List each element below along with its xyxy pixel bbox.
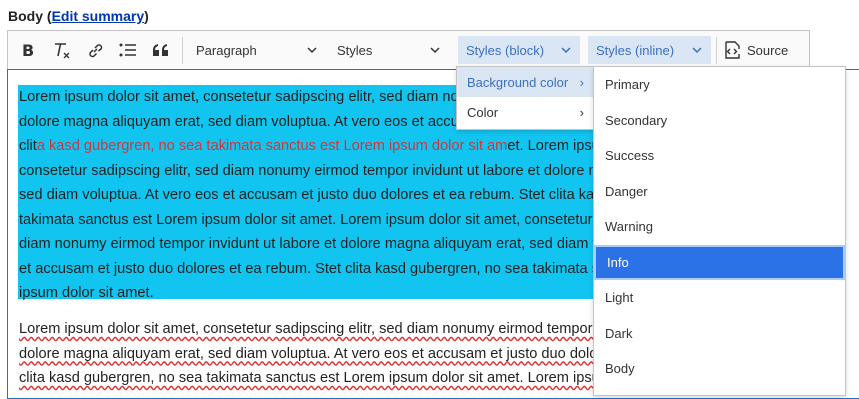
blockquote-icon: [153, 44, 168, 56]
bulleted-list-icon: [119, 43, 136, 57]
styles-block-menu: Background color › Color ›: [456, 66, 594, 130]
paragraph-2[interactable]: Lorem ipsum dolor sit amet, consetetur s…: [19, 317, 609, 391]
bulleted-list-button[interactable]: [114, 31, 142, 69]
source-icon: [725, 41, 740, 59]
paragraph-dropdown[interactable]: Paragraph: [188, 36, 326, 64]
spellcheck-text: Lorem ipsum dolor sit amet, consetetur s…: [19, 321, 609, 337]
styles-inline-label: Styles (inline): [596, 42, 675, 58]
source-label: Source: [747, 42, 789, 58]
paragraph-line: diam nonumy eirmod tempor invidunt ut la…: [19, 236, 609, 252]
toolbar-separator: [716, 37, 717, 64]
chevron-down-icon: [692, 47, 702, 54]
menu-item-background-color[interactable]: Background color ›: [457, 67, 593, 97]
color-option-body[interactable]: Body: [594, 351, 845, 387]
source-button[interactable]: Source: [723, 31, 795, 69]
background-color-submenu: Primary Secondary Success Danger Warning…: [593, 66, 846, 396]
text-run: clit: [19, 138, 37, 154]
chevron-down-icon: [561, 47, 571, 54]
red-text-run: a kasd gubergren, no sea takimata sanctu…: [36, 138, 508, 154]
paragraph-line: Lorem ipsum dolor sit amet, consetetur s…: [19, 317, 609, 342]
editor-toolbar: B Paragraph Styles Styles (block) Styles…: [7, 30, 810, 70]
chevron-down-icon: [430, 47, 440, 54]
remove-format-button[interactable]: [48, 31, 76, 69]
spellcheck-text: dolore magna aliquyam erat, sed diam vol…: [19, 345, 609, 362]
chevron-down-icon: [307, 47, 317, 54]
paragraph-line: dolore magna aliquyam erat, sed diam vol…: [19, 342, 609, 367]
styles-block-label: Styles (block): [466, 42, 545, 58]
color-option-success[interactable]: Success: [594, 138, 845, 174]
blockquote-button[interactable]: [147, 31, 175, 69]
field-label: Body (Edit summary): [8, 8, 149, 24]
styles-dropdown[interactable]: Styles: [329, 36, 449, 64]
styles-label: Styles: [337, 42, 373, 58]
paragraph-line: ipsum dolor sit amet.: [19, 285, 154, 301]
color-option-dark[interactable]: Dark: [594, 316, 845, 352]
paren-close: ): [144, 8, 149, 24]
styles-inline-dropdown[interactable]: Styles (inline): [588, 36, 711, 64]
bold-button[interactable]: B: [14, 31, 42, 69]
paragraph-line: clita kasd gubergren, no sea takimata sa…: [19, 134, 609, 159]
paragraph-line: sed diam voluptua. At vero eos et accusa…: [19, 187, 609, 203]
paragraph-line: takimata sanctus est Lorem ipsum dolor s…: [19, 211, 609, 228]
menu-item-color[interactable]: Color ›: [457, 97, 593, 127]
chevron-right-icon: ›: [579, 74, 584, 90]
remove-format-icon: [55, 43, 70, 59]
edit-summary-link[interactable]: Edit summary: [52, 8, 145, 24]
paragraph-line: consetetur sadipscing elitr, sed diam no…: [19, 162, 609, 179]
styles-block-dropdown[interactable]: Styles (block): [458, 36, 580, 64]
menu-item-label: Background color: [467, 74, 569, 90]
color-option-primary[interactable]: Primary: [594, 67, 845, 103]
color-option-light[interactable]: Light: [594, 280, 845, 316]
paragraph-line: et accusam et justo duo dolores et ea re…: [19, 260, 609, 277]
link-button[interactable]: [81, 31, 109, 69]
toolbar-separator: [182, 37, 183, 64]
paragraph-label: Paragraph: [196, 42, 257, 58]
color-option-warning[interactable]: Warning: [594, 209, 845, 245]
chevron-right-icon: ›: [579, 104, 584, 120]
svg-text:B: B: [22, 42, 34, 58]
color-option-info[interactable]: Info: [594, 244, 845, 280]
color-option-danger[interactable]: Danger: [594, 174, 845, 210]
menu-item-label: Color: [467, 104, 499, 120]
field-label-text: Body: [8, 8, 43, 24]
color-option-secondary[interactable]: Secondary: [594, 103, 845, 139]
link-icon: [88, 43, 102, 57]
paragraph-line: clita kasd gubergren, no sea takimata sa…: [19, 366, 609, 391]
bold-icon: B: [22, 42, 34, 58]
